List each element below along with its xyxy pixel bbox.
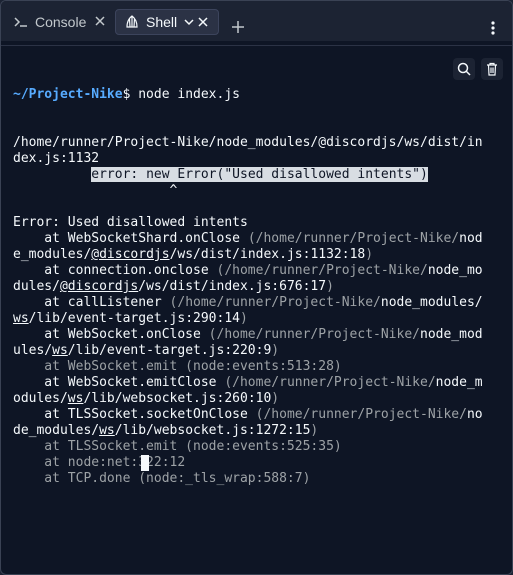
terminal-text: ws	[13, 311, 29, 326]
terminal-text: node_modules/	[380, 295, 483, 310]
terminal-text: at connection.onclose	[13, 263, 217, 278]
terminal-line: Error: Used disallowed intents	[13, 215, 497, 231]
terminal-line: ws/lib/event-target.js:290:14)	[13, 311, 497, 327]
terminal-text: at WebSocketShard.onClose	[13, 231, 248, 246]
terminal-text: de_modules/	[13, 423, 100, 438]
close-icon[interactable]	[196, 15, 210, 29]
terminal-text: (/home/runner/Project-Nike/	[216, 263, 428, 278]
terminal-text: odules/	[13, 391, 68, 406]
chevron-down-icon[interactable]	[183, 16, 195, 28]
tab-divider	[1, 45, 512, 46]
terminal-text: ws	[99, 423, 115, 438]
terminal-text: (/home/runner/Project-Nike/	[169, 295, 381, 310]
terminal-text: at TCP.done (node:_tls_wrap:588:7)	[13, 471, 311, 486]
terminal-line: at connection.onclose (/home/runner/Proj…	[13, 263, 497, 279]
terminal-text: e_modules/	[13, 247, 92, 262]
prompt-line: ~/Project-Nike$ node index.js	[13, 87, 497, 103]
terminal-line: error: new Error("Used disallowed intent…	[13, 167, 497, 183]
terminal-text: no	[466, 407, 483, 422]
tab-console[interactable]: Console	[5, 9, 117, 35]
plus-icon	[232, 21, 244, 33]
shell-icon	[124, 14, 140, 30]
terminal-line: dex.js:1132	[13, 151, 497, 167]
terminal-text: /lib/event-target.js:290:14	[28, 311, 240, 326]
terminal-text: dules/	[13, 279, 60, 294]
terminal-text: ws	[52, 343, 68, 358]
terminal-text: (/home/runner/Project-Nike/	[208, 327, 420, 342]
terminal-line: at WebSocket.emitClose (/home/runner/Pro…	[13, 375, 497, 391]
terminal-text: /lib/websocket.js:260:10	[83, 391, 272, 406]
terminal-line: dules/@discordjs/ws/dist/index.js:676:17…	[13, 279, 497, 295]
terminal-text: (/home/runner/Project-Nike/	[247, 231, 460, 246]
tab-bar: Console Shell	[1, 1, 512, 41]
terminal-line: at node:net:322:12	[13, 455, 497, 471]
terminal-line: at TLSSocket.socketOnClose (/home/runner…	[13, 407, 497, 423]
terminal-text: (/home/runner/Project-Nike/	[224, 375, 436, 390]
tab-shell-label: Shell	[146, 14, 178, 30]
close-icon[interactable]	[93, 14, 107, 28]
terminal-text: node_mo	[427, 263, 483, 278]
terminal-line: de_modules/ws/lib/websocket.js:1272:15)	[13, 423, 497, 439]
terminal-text: at WebSocket.emit (node:events:513:28)	[13, 359, 342, 374]
terminal-line: ^	[13, 183, 497, 199]
terminal-text: Error: Used disallowed intents	[13, 215, 248, 230]
terminal-text: node_m	[435, 375, 483, 390]
terminal-text: ules/	[13, 343, 53, 358]
shell-window: Console Shell ~/Project-Nike$ node index…	[0, 0, 513, 575]
terminal-text: /home/runner/Project-Nike/node_modules/@…	[13, 135, 483, 150]
terminal-text: )	[326, 279, 334, 294]
terminal-text: nod	[459, 231, 483, 246]
terminal-line: at WebSocket.emit (node:events:513:28)	[13, 359, 497, 375]
terminal-text: node_mod	[420, 327, 483, 342]
terminal-line: e_modules/@discordjs/ws/dist/index.js:11…	[13, 247, 497, 263]
terminal-prompt-icon	[13, 14, 29, 30]
terminal-text: ws	[67, 391, 84, 406]
terminal-line: odules/ws/lib/websocket.js:260:10)	[13, 391, 497, 407]
terminal-text: at node:net:322:12	[13, 455, 186, 470]
terminal-text: at WebSocket.emitClose	[13, 375, 225, 390]
command-text: node index.js	[130, 87, 240, 102]
terminal-text: /lib/event-target.js:220:9	[67, 343, 272, 358]
terminal-text: /lib/websocket.js:1272:15	[114, 423, 311, 438]
terminal-text: @discordjs	[91, 247, 170, 262]
tab-shell[interactable]: Shell	[115, 9, 219, 35]
terminal-text: at TLSSocket.emit (node:events:525:35)	[13, 439, 342, 454]
terminal-line: at WebSocket.onClose (/home/runner/Proje…	[13, 327, 497, 343]
terminal-text: )	[365, 247, 374, 262]
tab-console-label: Console	[35, 14, 87, 30]
terminal-text: dex.js:1132	[13, 151, 100, 166]
terminal-text: /ws/dist/index.js:676:17	[138, 279, 327, 294]
terminal-text: )	[271, 391, 280, 406]
terminal-text: )	[239, 311, 248, 326]
terminal-text: @discordjs	[59, 279, 139, 294]
terminal-line: at WebSocketShard.onClose (/home/runner/…	[13, 231, 497, 247]
terminal-line: at callListener (/home/runner/Project-Ni…	[13, 295, 497, 311]
terminal-line: ules/ws/lib/event-target.js:220:9)	[13, 343, 497, 359]
terminal-text: at callListener	[13, 295, 170, 310]
terminal-text: ^	[13, 183, 178, 198]
terminal-text: )	[310, 423, 319, 438]
terminal-text: error: new Error("Used disallowed intent…	[91, 167, 428, 182]
terminal-cursor	[141, 455, 149, 471]
terminal-text: at WebSocket.onClose	[13, 327, 209, 342]
terminal-line: at TCP.done (node:_tls_wrap:588:7)	[13, 471, 497, 487]
prompt-path: ~/Project-Nike	[13, 87, 123, 102]
terminal-line: /home/runner/Project-Nike/node_modules/@…	[13, 135, 497, 151]
more-options-button[interactable]	[485, 19, 501, 37]
terminal-text: /ws/dist/index.js:1132:18	[169, 247, 366, 262]
terminal-line: at TLSSocket.emit (node:events:525:35)	[13, 439, 497, 455]
terminal-text: (/home/runner/Project-Nike/	[255, 407, 467, 422]
terminal-output[interactable]: ~/Project-Nike$ node index.js /home/runn…	[13, 55, 497, 487]
add-tab-button[interactable]	[230, 19, 246, 35]
terminal-text: )	[271, 343, 280, 358]
terminal-text: at TLSSocket.socketOnClose	[13, 407, 256, 422]
kebab-menu-icon	[491, 21, 495, 35]
